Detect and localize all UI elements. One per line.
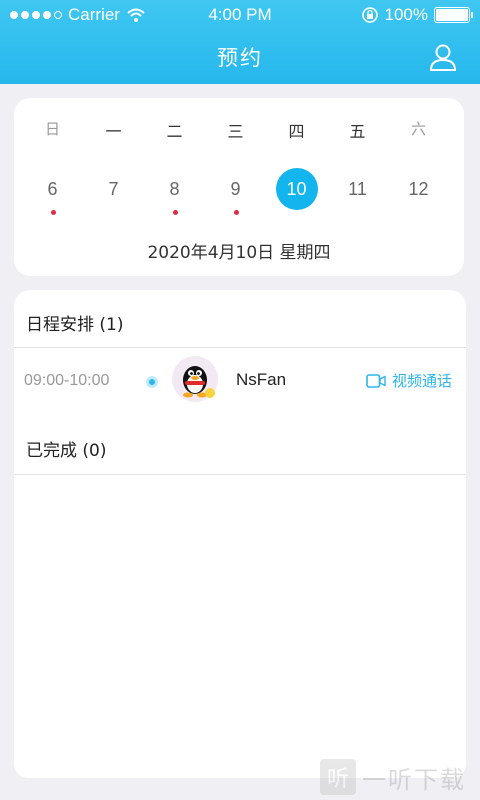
- schedule-card: 日程安排 (1) 09:00-10:00 NsFan 视频通话 已完成 (0): [14, 290, 466, 778]
- week-days-row: 6 7 8 9 10 11 12: [14, 168, 464, 218]
- video-call-button[interactable]: 视频通话: [366, 370, 452, 391]
- weekday-sat: 六: [410, 120, 426, 138]
- status-bar: Carrier 4:00 PM 100%: [0, 0, 480, 30]
- day-cell-10-selected[interactable]: 10: [266, 168, 327, 218]
- status-right: 100%: [361, 5, 473, 25]
- rotation-lock-icon: [361, 7, 378, 23]
- schedule-section-title: 日程安排 (1): [26, 315, 124, 335]
- weekday-thu: 四: [288, 122, 305, 141]
- weekday-sun: 日: [44, 120, 60, 138]
- video-camera-icon: [366, 373, 386, 388]
- event-dot: [233, 210, 239, 215]
- avatar: [172, 356, 218, 402]
- appointment-row[interactable]: 09:00-10:00 NsFan 视频通话: [14, 348, 466, 416]
- weekday-wed: 三: [227, 122, 244, 141]
- day-number: 9: [230, 179, 241, 199]
- watermark-logo-icon: 听: [320, 759, 356, 795]
- selected-date-label: 2020年4月10日 星期四: [147, 243, 331, 263]
- weekday-fri: 五: [349, 122, 366, 141]
- video-call-label: 视频通话: [391, 372, 452, 390]
- event-dot: [50, 210, 56, 215]
- contact-name: NsFan: [236, 370, 287, 389]
- day-number: 7: [108, 179, 119, 199]
- battery-percent: 100%: [384, 5, 428, 24]
- day-cell-7[interactable]: 7: [83, 168, 144, 218]
- event-dot: [172, 210, 178, 215]
- divider: [14, 474, 466, 475]
- day-number: 11: [348, 179, 367, 199]
- day-cell-11[interactable]: 11: [327, 168, 388, 218]
- day-cell-9[interactable]: 9: [205, 168, 266, 218]
- day-cell-6[interactable]: 6: [22, 168, 83, 218]
- status-indicator-icon: [146, 376, 158, 388]
- user-profile-icon[interactable]: [428, 42, 458, 72]
- completed-section-title: 已完成 (0): [26, 441, 107, 461]
- calendar-card: 日 一 二 三 四 五 六 6 7 8 9 10 11 12 2020年4月10…: [14, 98, 464, 276]
- day-cell-8[interactable]: 8: [144, 168, 205, 218]
- battery-icon: [434, 7, 473, 23]
- day-number: 12: [408, 179, 429, 199]
- weekday-tue: 二: [166, 122, 183, 141]
- selected-day-number: 10: [275, 168, 318, 210]
- day-number: 8: [169, 179, 180, 199]
- page-title: 预约: [217, 46, 263, 70]
- watermark: 听 一听下载: [312, 754, 480, 800]
- watermark-text: 一听下载: [362, 765, 466, 794]
- appointment-time: 09:00-10:00: [24, 372, 110, 389]
- day-number: 6: [47, 179, 58, 199]
- weekday-mon: 一: [105, 122, 122, 141]
- day-cell-12[interactable]: 12: [388, 168, 449, 218]
- app-header: Carrier 4:00 PM 100% 预约: [0, 0, 480, 84]
- weekday-header: 日 一 二 三 四 五 六: [14, 118, 464, 142]
